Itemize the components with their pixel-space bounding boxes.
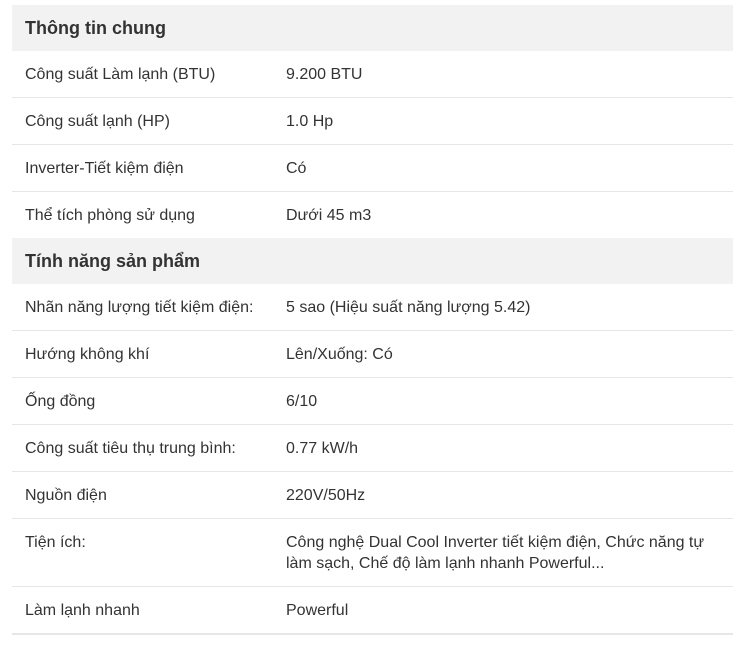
spec-label: Hướng không khí xyxy=(25,346,150,363)
spec-label: Nguồn điện xyxy=(25,487,107,504)
spec-value: Dưới 45 m3 xyxy=(286,207,372,224)
spec-row: Tiện ích: Công nghệ Dual Cool Inverter ti… xyxy=(12,519,733,587)
spec-value: 5 sao (Hiệu suất năng lượng 5.42) xyxy=(286,299,531,316)
spec-row: Nguồn điện 220V/50Hz xyxy=(12,472,733,519)
spec-value: Powerful xyxy=(286,602,349,619)
spec-row: Công suất tiêu thụ trung bình: 0.77 kW/h xyxy=(12,425,733,472)
spec-label: Làm lạnh nhanh xyxy=(25,602,140,619)
spec-label: Thể tích phòng sử dụng xyxy=(25,207,195,224)
spec-label: Tiện ích: xyxy=(25,534,86,551)
spec-label: Ống đồng xyxy=(25,393,96,410)
spec-row: Làm lạnh nhanh Powerful xyxy=(12,587,733,633)
table-bottom-divider xyxy=(12,633,733,635)
spec-row: Inverter-Tiết kiệm điện Có xyxy=(12,145,733,192)
spec-row: Thể tích phòng sử dụng Dưới 45 m3 xyxy=(12,192,733,238)
spec-row: Công suất Làm lạnh (BTU) 9.200 BTU xyxy=(12,51,733,98)
spec-label: Công suất tiêu thụ trung bình: xyxy=(25,440,236,457)
spec-value: Lên/Xuống: Có xyxy=(286,346,393,363)
spec-row: Công suất lạnh (HP) 1.0 Hp xyxy=(12,98,733,145)
spec-label: Công suất Làm lạnh (BTU) xyxy=(25,66,216,83)
spec-row: Hướng không khí Lên/Xuống: Có xyxy=(12,331,733,378)
spec-value: 6/10 xyxy=(286,393,318,410)
spec-value: Công nghệ Dual Cool Inverter tiết kiệm đ… xyxy=(286,534,705,572)
spec-label: Công suất lạnh (HP) xyxy=(25,113,170,130)
spec-label: Nhãn năng lượng tiết kiệm điện: xyxy=(25,299,254,316)
spec-value: 0.77 kW/h xyxy=(286,440,359,457)
spec-table: Thông tin chung Công suất Làm lạnh (BTU)… xyxy=(12,5,733,635)
spec-value: Có xyxy=(286,160,307,177)
spec-value: 9.200 BTU xyxy=(286,66,363,83)
spec-row: Ống đồng 6/10 xyxy=(12,378,733,425)
spec-label: Inverter-Tiết kiệm điện xyxy=(25,160,184,177)
group-title-general: Thông tin chung xyxy=(12,5,733,51)
spec-value: 220V/50Hz xyxy=(286,487,366,504)
spec-value: 1.0 Hp xyxy=(286,113,334,130)
group-title-features: Tính năng sản phẩm xyxy=(12,238,733,284)
spec-row: Nhãn năng lượng tiết kiệm điện: 5 sao (Hi… xyxy=(12,284,733,331)
